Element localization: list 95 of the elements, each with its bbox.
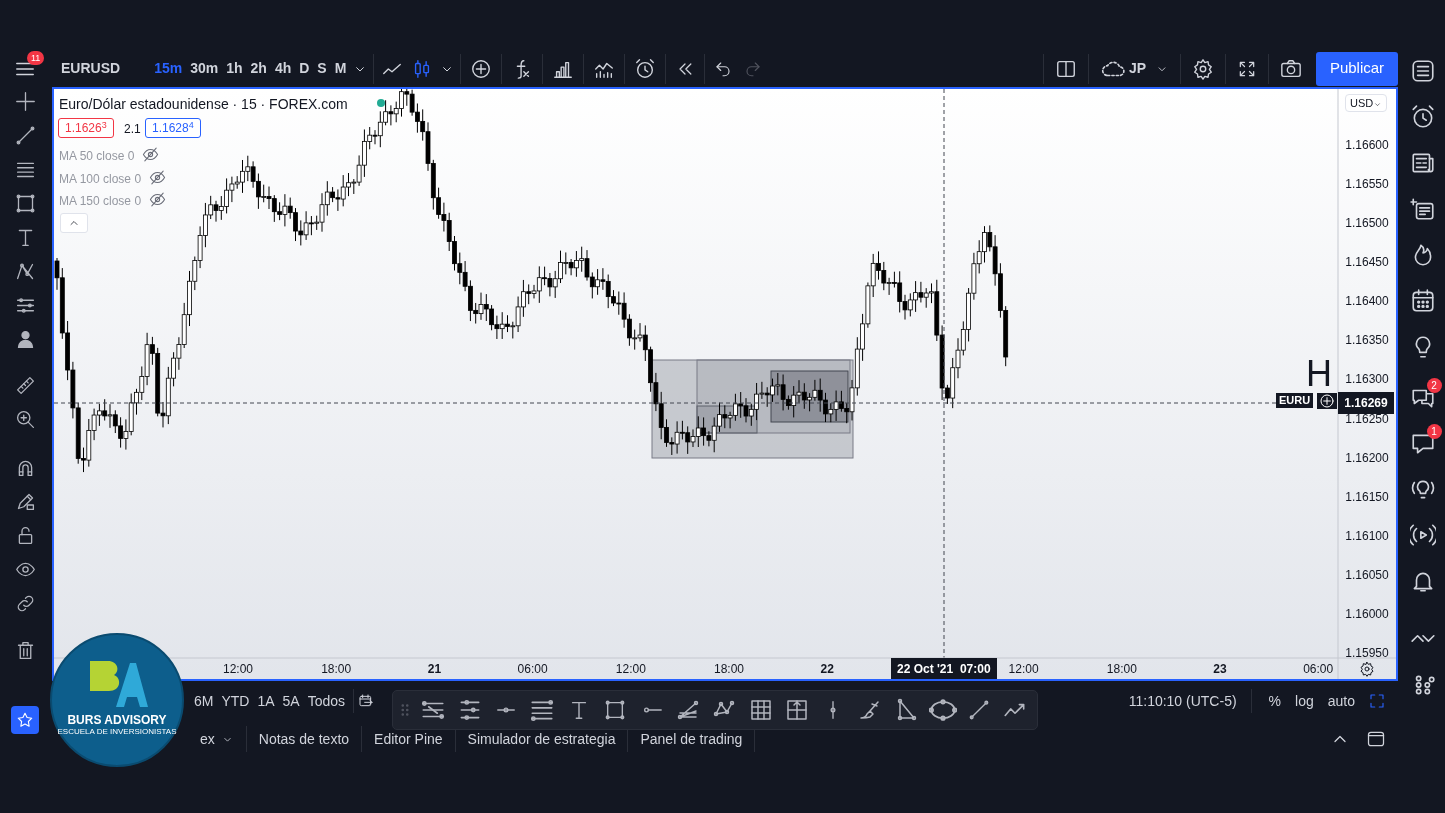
- price-range-icon[interactable]: [785, 698, 810, 722]
- time-label: 12:00: [1007, 661, 1040, 678]
- interval-button[interactable]: 15m: [150, 58, 187, 79]
- logo-name: BURS ADVISORY: [67, 713, 167, 727]
- panel-tab[interactable]: Notas de texto: [246, 726, 363, 752]
- price-label: 1.15950: [1344, 645, 1390, 663]
- crosshair-icon[interactable]: [14, 91, 36, 112]
- plus-circle-icon[interactable]: [470, 57, 493, 80]
- indicator-label: MA 50 close 0: [59, 148, 135, 165]
- time-label: 12:00: [614, 661, 647, 678]
- indicator-label: MA 150 close 0: [59, 193, 142, 210]
- plus-circle-icon[interactable]: [1319, 393, 1335, 409]
- star-icon[interactable]: [16, 711, 34, 729]
- ideas-icon[interactable]: [1409, 196, 1436, 222]
- crosshair-time-label: 22 Oct '21 07:00: [891, 658, 997, 679]
- calendar-icon[interactable]: [1409, 288, 1436, 314]
- interval-button[interactable]: S: [313, 58, 331, 79]
- alarm-icon[interactable]: [634, 57, 657, 80]
- price-label: 1.16400: [1344, 293, 1390, 311]
- interval-button[interactable]: D: [295, 58, 314, 79]
- ellipse-icon[interactable]: [928, 696, 957, 724]
- settings-icon[interactable]: [1192, 57, 1214, 80]
- currency-selector[interactable]: USD: [1345, 94, 1388, 112]
- interval-button[interactable]: 2h: [246, 58, 271, 79]
- scale-option[interactable]: log: [1288, 690, 1321, 712]
- undo-icon[interactable]: [714, 59, 733, 78]
- price-label: 1.16550: [1344, 176, 1390, 194]
- time-label: 21: [426, 661, 443, 678]
- current-price-label: 1.16269: [1338, 392, 1394, 414]
- settings-icon[interactable]: [1359, 661, 1375, 677]
- brush-icon[interactable]: [857, 698, 882, 722]
- time-label: 22: [819, 661, 835, 678]
- fan-icon[interactable]: [675, 698, 700, 722]
- time-label: 23: [1212, 661, 1228, 678]
- range-button[interactable]: 1A: [253, 690, 279, 712]
- hidden-eye-icon[interactable]: [149, 191, 166, 208]
- price-label: 1.16100: [1344, 527, 1390, 545]
- time-label: 12:00: [222, 661, 254, 678]
- interval-button[interactable]: M: [330, 58, 351, 79]
- layout-cloud-button[interactable]: JP: [1099, 55, 1169, 82]
- notification-badge: 2: [1426, 378, 1442, 393]
- notification-badge: 1: [1426, 424, 1442, 439]
- alarm-icon[interactable]: [1409, 104, 1436, 130]
- symbol-tag: EURU: [1276, 393, 1314, 408]
- favorites-button[interactable]: [11, 706, 39, 734]
- price-label: 1.16600: [1344, 137, 1390, 154]
- time-label: 18:00: [1105, 661, 1138, 678]
- camera-icon[interactable]: [1280, 57, 1302, 80]
- panel-tab[interactable]: ex: [188, 726, 247, 752]
- price-label: 1.16000: [1344, 605, 1390, 623]
- spread-value: 2.1: [124, 121, 141, 138]
- ask-price: 1.1628$^{4}$: [145, 118, 201, 138]
- time-label: 06:00: [516, 661, 549, 678]
- trend-line-icon[interactable]: [14, 125, 36, 146]
- grid-icon[interactable]: [748, 698, 773, 722]
- interval-button[interactable]: 4h: [270, 58, 296, 79]
- hidden-eye-icon[interactable]: [142, 146, 159, 163]
- time-label: 18:00: [320, 661, 353, 678]
- scale-option[interactable]: %: [1261, 690, 1289, 712]
- range-button[interactable]: Todos: [303, 690, 350, 712]
- pattern-icon[interactable]: [14, 261, 36, 282]
- hidden-eye-icon[interactable]: [149, 168, 166, 186]
- chart-title: Euro/Dólar estadounidense · 15 · FOREX.com: [59, 95, 348, 114]
- rectangle-icon[interactable]: [604, 699, 627, 721]
- price-label: 1.16500: [1344, 215, 1390, 233]
- price-label: 1.16150: [1344, 488, 1390, 506]
- list-icon[interactable]: [1409, 58, 1436, 84]
- range-button[interactable]: 5A: [278, 690, 304, 712]
- broadcast-icon[interactable]: [1409, 522, 1436, 548]
- chart-text: H: [1306, 354, 1332, 394]
- window-icon[interactable]: [1366, 729, 1386, 749]
- indicator-label: MA 100 close 0: [59, 170, 142, 188]
- logo-tagline: ESCUELA DE INVERSIONISTAS: [57, 727, 177, 737]
- zoom-icon[interactable]: [14, 409, 36, 430]
- symbol-name[interactable]: EURUSD: [61, 58, 121, 79]
- scale-option[interactable]: auto: [1320, 690, 1362, 712]
- ruler-icon[interactable]: [14, 375, 36, 396]
- rectangle-icon[interactable]: [14, 193, 36, 214]
- price-label: 1.16300: [1344, 371, 1390, 389]
- price-label: 1.16350: [1344, 332, 1390, 350]
- time-label: 06:00: [1302, 661, 1335, 678]
- price-label: 1.16200: [1344, 449, 1390, 467]
- time-label: 18:00: [713, 661, 745, 678]
- horizontal-lines-icon[interactable]: [529, 697, 556, 723]
- interval-button[interactable]: 30m: [186, 58, 223, 79]
- notification-badge: 11: [27, 51, 45, 65]
- interval-button[interactable]: 1h: [222, 58, 247, 79]
- clock-label[interactable]: 11:10:10 (UTC-5): [1128, 690, 1237, 712]
- range-button[interactable]: 6M: [190, 690, 218, 712]
- bid-price: 1.1626$^{3}$: [58, 118, 114, 138]
- publish-button[interactable]: Publicar: [1316, 51, 1398, 86]
- trend-line-icon[interactable]: [968, 699, 991, 721]
- price-label: 1.16450: [1344, 254, 1390, 272]
- range-button[interactable]: YTD: [217, 690, 254, 712]
- price-label: 1.16050: [1344, 566, 1390, 584]
